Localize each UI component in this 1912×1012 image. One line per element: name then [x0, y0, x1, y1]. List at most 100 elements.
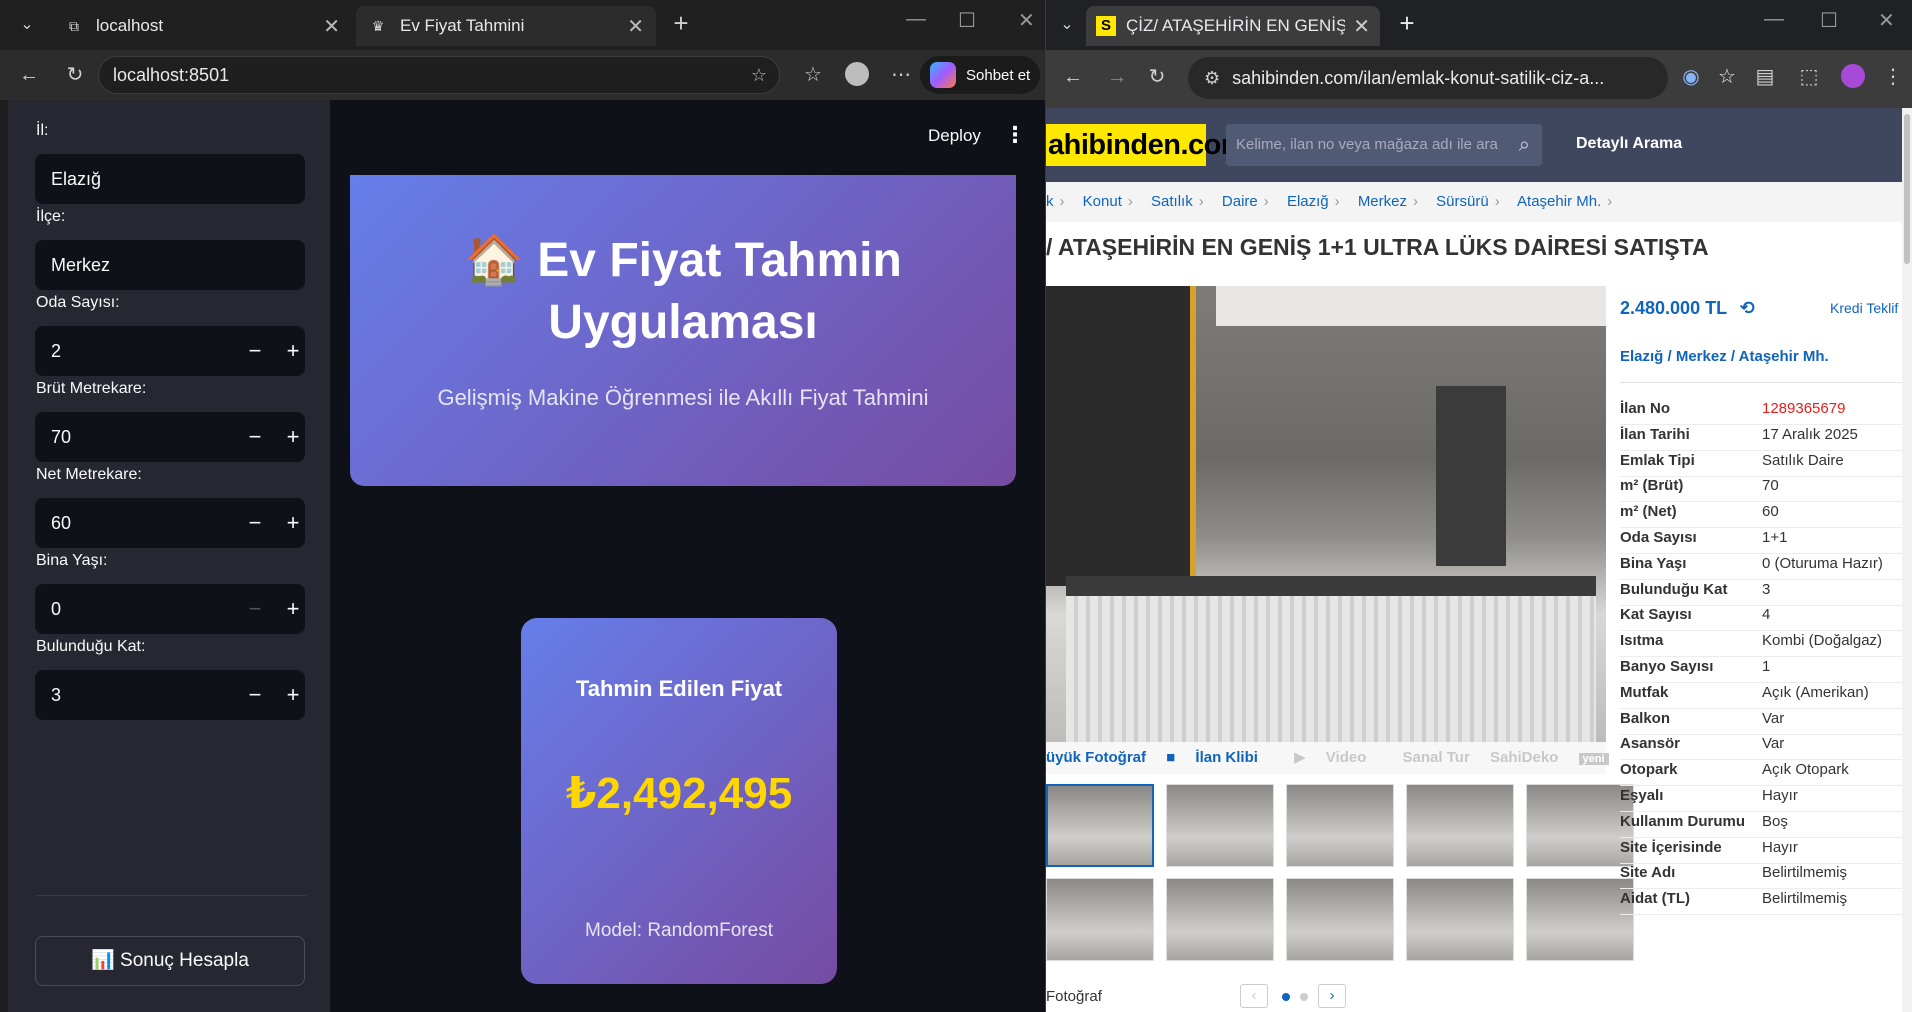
thumbnail[interactable] [1046, 784, 1154, 867]
document-icon[interactable]: ▤ [1752, 64, 1778, 90]
back-icon[interactable]: ← [16, 62, 42, 88]
site-search-input[interactable]: Kelime, ilan no veya mağaza adı ile ara … [1226, 124, 1542, 166]
minimize-icon[interactable]: — [1764, 8, 1784, 31]
decrement-button[interactable]: − [235, 326, 275, 376]
listing-location[interactable]: Elazığ / Merkez / Ataşehir Mh. [1620, 348, 1829, 365]
minimize-icon[interactable]: — [906, 8, 926, 31]
breadcrumb-item[interactable]: Konut [1083, 193, 1122, 210]
yas-label: Bina Yaşı: [36, 552, 108, 569]
media-tab-clip[interactable]: ■ İlan Klibi [1166, 749, 1274, 766]
detailed-search-link[interactable]: Detaylı Arama [1576, 135, 1682, 153]
calculate-button[interactable]: 📊 Sonuç Hesapla [35, 936, 305, 986]
breadcrumb-item[interactable]: Satılık [1151, 193, 1193, 210]
breadcrumb-item[interactable]: Sürsürü [1436, 193, 1489, 210]
net-input[interactable]: 60 [51, 498, 71, 548]
decrement-button[interactable]: − [235, 584, 275, 634]
thumbnail[interactable] [1286, 784, 1394, 867]
search-icon[interactable]: ⌕ [1519, 124, 1530, 166]
increment-button[interactable]: + [273, 498, 313, 548]
tab-ev-fiyat[interactable]: ♛ Ev Fiyat Tahmini ✕ [356, 6, 656, 46]
address-bar[interactable]: ⚙ sahibinden.com/ilan/emlak-konut-satili… [1188, 57, 1668, 99]
increment-button[interactable]: + [273, 326, 313, 376]
reload-icon[interactable]: ↻ [62, 62, 88, 88]
back-icon[interactable]: ← [1060, 64, 1086, 90]
page-dot[interactable] [1300, 993, 1308, 1001]
increment-button[interactable]: + [273, 412, 313, 462]
scrollbar-thumb[interactable] [1904, 114, 1910, 264]
maximize-icon[interactable]: ☐ [958, 8, 976, 33]
increment-button[interactable]: + [273, 584, 313, 634]
site-logo[interactable]: ahibinden.com [1046, 124, 1247, 166]
kat-stepper: 3 − + [35, 670, 305, 720]
site-settings-icon[interactable]: ⚙ [1204, 68, 1220, 89]
kat-input[interactable]: 3 [51, 670, 61, 720]
breadcrumb-item[interactable]: Elazığ [1287, 193, 1329, 210]
thumbnail[interactable] [1286, 878, 1394, 961]
scrollbar[interactable] [1902, 108, 1912, 1012]
new-tab-icon[interactable]: + [668, 10, 694, 36]
breadcrumb-item[interactable]: k [1046, 193, 1054, 210]
decrement-button[interactable]: − [235, 498, 275, 548]
photo-footer-label: Fotoğraf [1046, 988, 1102, 1005]
media-tab-sahideko[interactable]: SahiDeko [1490, 749, 1558, 766]
close-window-icon[interactable]: ✕ [1018, 8, 1035, 33]
breadcrumb-item[interactable]: Merkez [1358, 193, 1407, 210]
copilot-button[interactable]: Sohbet et [920, 56, 1040, 94]
deploy-button[interactable]: Deploy [928, 126, 981, 146]
breadcrumb-item[interactable]: Ataşehir Mh. [1517, 193, 1601, 210]
thumbnail[interactable] [1406, 784, 1514, 867]
more-menu-icon[interactable]: ⋮ [1880, 64, 1906, 90]
bookmark-star-icon[interactable]: ☆ [1714, 64, 1740, 90]
reload-icon[interactable]: ↻ [1144, 64, 1170, 90]
price-history-icon[interactable]: ⟲ [1740, 298, 1755, 318]
tab-localhost[interactable]: ⧉ localhost ✕ [52, 6, 352, 46]
close-tab-icon[interactable]: ✕ [627, 14, 644, 39]
model-name: Model: RandomForest [585, 920, 773, 941]
page-dot-active[interactable] [1282, 993, 1290, 1001]
next-page-button[interactable]: › [1318, 984, 1346, 1008]
favorites-icon[interactable]: ☆ [800, 62, 826, 88]
copilot-label: Sohbet et [966, 66, 1031, 84]
star-icon[interactable]: ☆ [751, 65, 767, 86]
media-tab-video[interactable]: ▶ Video [1294, 749, 1382, 766]
house-icon: 🏠 [464, 234, 524, 287]
breadcrumb-item[interactable]: Daire [1222, 193, 1258, 210]
oda-input[interactable]: 2 [51, 326, 61, 376]
net-label: Net Metrekare: [36, 466, 142, 483]
increment-button[interactable]: + [273, 670, 313, 720]
tab-list-chevron-icon[interactable]: ⌄ [1054, 12, 1080, 38]
profile-avatar-icon[interactable] [844, 62, 870, 88]
decrement-button[interactable]: − [235, 412, 275, 462]
brut-input[interactable]: 70 [51, 412, 71, 462]
thumbnail[interactable] [1406, 878, 1514, 961]
ilce-select[interactable]: Merkez [35, 240, 305, 290]
tab-list-chevron-icon[interactable]: ⌄ [14, 12, 40, 38]
decrement-button[interactable]: − [235, 670, 275, 720]
new-tab-icon[interactable]: + [1394, 10, 1420, 36]
thumbnail[interactable] [1166, 784, 1274, 867]
credit-offer-link[interactable]: Kredi Teklif [1830, 300, 1898, 316]
close-tab-icon[interactable]: ✕ [323, 14, 340, 39]
more-menu-icon[interactable]: ⋯ [888, 62, 914, 88]
media-tab-photo[interactable]: üyük Fotoğraf [1046, 749, 1146, 766]
profile-avatar-icon[interactable] [1840, 64, 1866, 90]
main-menu-icon[interactable]: ⋮ [1004, 122, 1026, 148]
thumbnail[interactable] [1046, 878, 1154, 961]
tab-sahibinden[interactable]: S ÇİZ/ ATAŞEHİRİN EN GENİŞ 1+1 ✕ [1086, 6, 1380, 46]
lens-icon[interactable]: ◉ [1678, 64, 1704, 90]
yas-input[interactable]: 0 [51, 584, 61, 634]
close-tab-icon[interactable]: ✕ [1353, 14, 1370, 39]
close-window-icon[interactable]: ✕ [1878, 8, 1895, 33]
maximize-icon[interactable]: ☐ [1820, 8, 1838, 33]
listing-photo[interactable] [1046, 286, 1606, 742]
new-badge: yeni [1578, 753, 1609, 765]
thumbnail[interactable] [1166, 878, 1274, 961]
il-select[interactable]: Elazığ [35, 154, 305, 204]
media-tab-virtual-tour[interactable]: Sanal Tur [1403, 749, 1470, 766]
extensions-icon[interactable]: ⬚ [1796, 64, 1822, 90]
forward-icon[interactable]: → [1104, 64, 1130, 90]
thumbnail[interactable] [1526, 784, 1634, 867]
address-bar[interactable]: i localhost:8501 ☆ [98, 56, 780, 255]
prev-page-button[interactable]: ‹ [1240, 984, 1268, 1008]
thumbnail[interactable] [1526, 878, 1634, 961]
